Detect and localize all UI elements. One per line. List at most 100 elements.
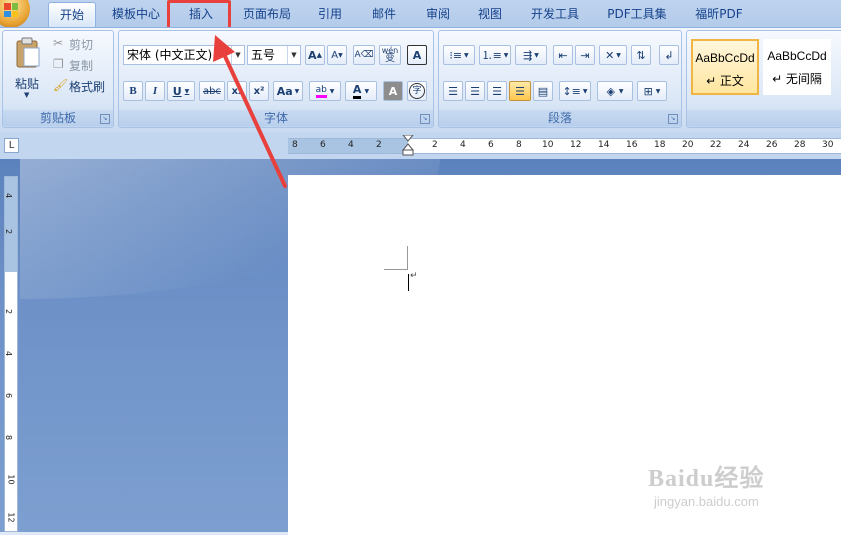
subscript-button[interactable]: x₂ — [227, 81, 247, 101]
office-button[interactable] — [0, 0, 30, 28]
scissors-icon: ✂ — [53, 36, 64, 50]
chevron-down-icon: ▼ — [24, 91, 30, 99]
borders-button[interactable]: ⊞ ▼ — [637, 81, 667, 101]
strikethrough-button[interactable]: abc — [199, 81, 225, 101]
enclose-characters-icon: 字 — [409, 83, 425, 99]
cut-button[interactable]: ✂ 剪切 — [53, 35, 111, 53]
paragraph-mark: ↵ — [410, 271, 418, 281]
style-no-spacing-sample: AaBbCcDd — [767, 49, 827, 63]
clear-formatting-button[interactable]: A⌫ — [353, 45, 375, 65]
font-name-combo[interactable]: 宋体 (中文正文) ▼ — [123, 45, 245, 65]
paragraph-launcher-icon[interactable]: ↘ — [668, 114, 678, 124]
text-cursor — [408, 274, 409, 291]
tab-mailings[interactable]: 邮件 — [364, 2, 404, 26]
indent-marker-icon[interactable] — [402, 135, 414, 157]
ruler-number: 26 — [766, 140, 778, 150]
style-no-spacing[interactable]: AaBbCcDd ↵ 无间隔 — [763, 39, 831, 95]
character-border-icon: A — [412, 48, 422, 62]
numbering-button[interactable]: ⒈≡ ▼ — [479, 45, 511, 65]
pilcrow-icon: ↲ — [664, 48, 674, 62]
tab-developer[interactable]: 开发工具 — [524, 2, 586, 26]
grow-font-button[interactable]: A ▲ — [305, 45, 325, 65]
ribbon: 粘贴 ▼ ✂ 剪切 ❐ 复制 🖌 格式刷 剪贴板 ↘ 宋体 (中文正文) ▼ 五… — [0, 27, 841, 133]
highlight-label: ab — [315, 84, 327, 95]
tab-view[interactable]: 视图 — [470, 2, 510, 26]
align-right-icon: ☰ — [492, 84, 502, 98]
distributed-button[interactable]: ▤ — [533, 81, 553, 101]
borders-icon: ⊞ — [643, 84, 653, 98]
superscript-button[interactable]: x² — [249, 81, 269, 101]
italic-icon: I — [152, 85, 158, 97]
bullet-list-icon: ⁝≡ — [449, 48, 463, 62]
justify-button[interactable]: ☰ — [509, 81, 531, 101]
font-color-button[interactable]: A ▼ — [345, 81, 377, 101]
copy-label: 复制 — [69, 59, 94, 73]
font-size-value: 五号 — [251, 48, 276, 62]
subscript-icon: x₂ — [231, 85, 243, 97]
shrink-font-button[interactable]: A ▼ — [327, 45, 347, 65]
character-shading-button[interactable]: A — [383, 81, 403, 101]
paste-button[interactable]: 粘贴 ▼ — [7, 35, 47, 105]
font-group-label: 字体 — [119, 110, 433, 126]
font-launcher-icon[interactable]: ↘ — [420, 114, 430, 124]
enclose-characters-button[interactable]: 字 — [407, 81, 427, 101]
show-marks-button[interactable]: ↲ — [659, 45, 679, 65]
ruler-number: 8 — [4, 434, 14, 441]
align-left-button[interactable]: ☰ — [443, 81, 463, 101]
decrease-indent-icon: ⇤ — [558, 48, 568, 62]
highlight-button[interactable]: ab ▼ — [309, 81, 341, 101]
ribbon-tab-bar: 开始 模板中心 插入 页面布局 引用 邮件 审阅 视图 开发工具 PDF工具集 … — [0, 0, 841, 28]
align-center-icon: ☰ — [470, 84, 480, 98]
tab-references[interactable]: 引用 — [310, 2, 350, 26]
shading-button[interactable]: ◈ ▼ — [597, 81, 633, 101]
sort-button[interactable]: ⇅ — [631, 45, 651, 65]
chevron-down-icon[interactable]: ▼ — [231, 46, 244, 64]
bullets-button[interactable]: ⁝≡ ▼ — [443, 45, 475, 65]
phonetic-guide-button[interactable]: wén 变 — [379, 45, 401, 65]
chevron-down-icon[interactable]: ▼ — [287, 46, 300, 64]
tab-selector[interactable]: L — [4, 138, 19, 153]
chinese-layout-button[interactable]: ✕ ▼ — [599, 45, 627, 65]
text-boundary-mark — [407, 246, 408, 270]
clipboard-icon — [16, 37, 40, 68]
increase-indent-button[interactable]: ⇥ — [575, 45, 595, 65]
ruler-number: 24 — [738, 140, 750, 150]
clipboard-group: 粘贴 ▼ ✂ 剪切 ❐ 复制 🖌 格式刷 剪贴板 ↘ — [2, 30, 114, 128]
vertical-ruler[interactable]: 4 2 2 4 6 8 10 12 — [4, 176, 18, 532]
style-normal[interactable]: AaBbCcDd ↵ 正文 — [691, 39, 759, 95]
decrease-indent-button[interactable]: ⇤ — [553, 45, 573, 65]
character-border-button[interactable]: A — [407, 45, 427, 65]
ruler-number: 18 — [654, 140, 666, 150]
horizontal-ruler[interactable]: 8 6 4 2 2 4 6 8 10 12 14 16 18 20 22 24 26 28 30 — [288, 135, 841, 157]
align-right-button[interactable]: ☰ — [487, 81, 507, 101]
strikethrough-icon: abc — [203, 85, 221, 97]
ruler-number: 10 — [542, 140, 554, 150]
change-case-button[interactable]: Aa ▼ — [273, 81, 303, 101]
font-size-combo[interactable]: 五号 ▼ — [247, 45, 301, 65]
bold-button[interactable]: B — [123, 81, 143, 101]
underline-icon: U — [172, 84, 182, 98]
tab-pdf-tools[interactable]: PDF工具集 — [600, 2, 674, 26]
cut-label: 剪切 — [69, 38, 94, 52]
tab-page-layout[interactable]: 页面布局 — [236, 2, 298, 26]
ruler-number: 16 — [626, 140, 638, 150]
eraser-icon: A⌫ — [354, 50, 374, 60]
font-color-icon: A — [352, 83, 362, 99]
tab-foxit-pdf[interactable]: 福昕PDF — [688, 2, 750, 26]
tab-templates[interactable]: 模板中心 — [104, 2, 168, 26]
underline-button[interactable]: U ▼ — [167, 81, 195, 101]
ruler-number: 30 — [822, 140, 834, 150]
tab-home[interactable]: 开始 — [48, 2, 96, 27]
italic-button[interactable]: I — [145, 81, 165, 101]
format-painter-button[interactable]: 🖌 格式刷 — [53, 77, 113, 95]
multilevel-list-button[interactable]: ⇶ ▼ — [515, 45, 547, 65]
tab-review[interactable]: 审阅 — [418, 2, 458, 26]
line-spacing-button[interactable]: ↕≡ ▼ — [559, 81, 591, 101]
paintbrush-icon: 🖌 — [53, 78, 69, 92]
ruler-number: 22 — [710, 140, 722, 150]
style-normal-name: ↵ 正文 — [706, 74, 744, 88]
ruler-number: 12 — [570, 140, 582, 150]
copy-button[interactable]: ❐ 复制 — [53, 56, 111, 74]
align-center-button[interactable]: ☰ — [465, 81, 485, 101]
clipboard-launcher-icon[interactable]: ↘ — [100, 114, 110, 124]
